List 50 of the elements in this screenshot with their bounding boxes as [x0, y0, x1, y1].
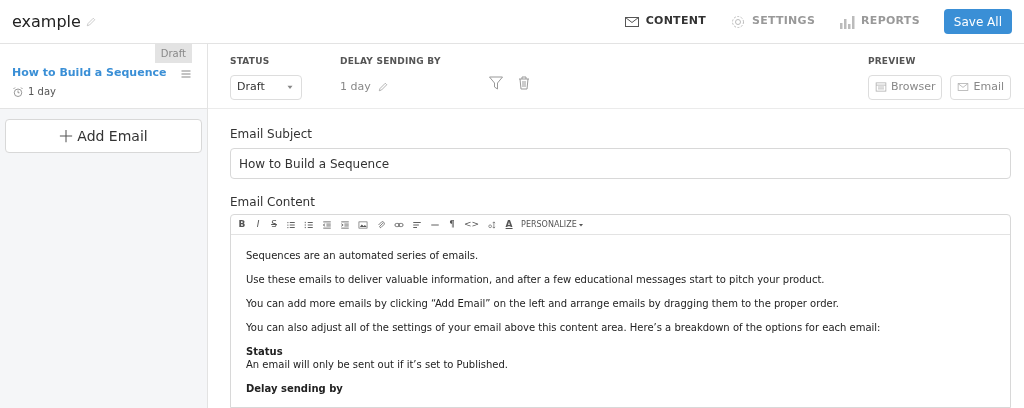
paragraph: You can also adjust all of the settings of your email above this content area. Here’s a breakdown of the options for each email: — [246, 321, 882, 334]
gear-icon — [729, 13, 746, 30]
format-button[interactable]: S — [270, 217, 278, 232]
browser-icon — [874, 81, 887, 93]
text-size-icon[interactable] — [487, 219, 498, 230]
format-button[interactable]: I — [254, 217, 262, 232]
trash-icon — [516, 75, 532, 91]
paragraph: You can add more emails by clicking “Add Email” on the left and arrange emails by dragging them to the proper order. — [246, 297, 841, 310]
add-email-button[interactable]: Add Email — [5, 119, 202, 153]
format-button[interactable]: A — [505, 217, 514, 232]
paragraph: An email will only be sent out if it’s set to Published. — [246, 358, 509, 371]
list-icon[interactable] — [286, 219, 296, 230]
filter-icon — [488, 75, 504, 91]
field-label: Email Subject — [230, 126, 313, 143]
page-title: example — [12, 10, 81, 33]
format-button[interactable]: ¶ — [448, 217, 456, 232]
envelope-icon — [957, 81, 970, 93]
alarm-clock-icon — [12, 85, 24, 98]
field-label: STATUS — [230, 55, 271, 68]
paragraph: Use these emails to deliver valuable information, and after a few educational messages start to pitch your product. — [246, 273, 826, 286]
field-label: Email Content — [230, 194, 316, 211]
section-heading: Delay sending by — [246, 382, 344, 395]
field-label: DELAY SENDING BY — [340, 55, 442, 68]
edit-icon — [376, 81, 389, 93]
status-dropdown[interactable]: Draft — [230, 74, 302, 100]
outdent-icon[interactable] — [322, 219, 332, 230]
image-icon[interactable] — [358, 219, 368, 230]
format-button[interactable]: <> — [464, 217, 480, 232]
delay-text: 1 day — [28, 85, 56, 99]
align-left-icon[interactable] — [412, 219, 422, 230]
field-label: PREVIEW — [867, 55, 917, 68]
email-title: How to Build a Sequence — [12, 65, 167, 81]
nav-tab[interactable]: CONTENT — [623, 13, 706, 30]
plus-icon — [59, 129, 74, 143]
edit-icon — [84, 15, 97, 28]
bar-chart-icon — [839, 13, 856, 30]
menu-icon — [180, 68, 192, 80]
paragraph: Sequences are an automated series of emails. — [246, 249, 480, 262]
numbered-list-icon[interactable] — [304, 219, 314, 230]
preview-button[interactable]: Email — [950, 74, 1011, 100]
format-button[interactable]: B — [238, 217, 246, 232]
preview-button[interactable]: Browser — [867, 74, 943, 100]
paperclip-icon[interactable] — [376, 219, 386, 230]
delay-value: 1 day — [340, 78, 371, 95]
email-list-item[interactable]: Draft How to Build a Sequence 1 day — [0, 44, 207, 109]
subject-input[interactable]: How to Build a Sequence — [230, 148, 1011, 179]
section-heading: Status — [246, 345, 284, 358]
personalize-menu[interactable]: PERSONALIZE — [521, 218, 585, 231]
status-badge: Draft — [154, 44, 192, 63]
indent-icon[interactable] — [340, 219, 350, 230]
